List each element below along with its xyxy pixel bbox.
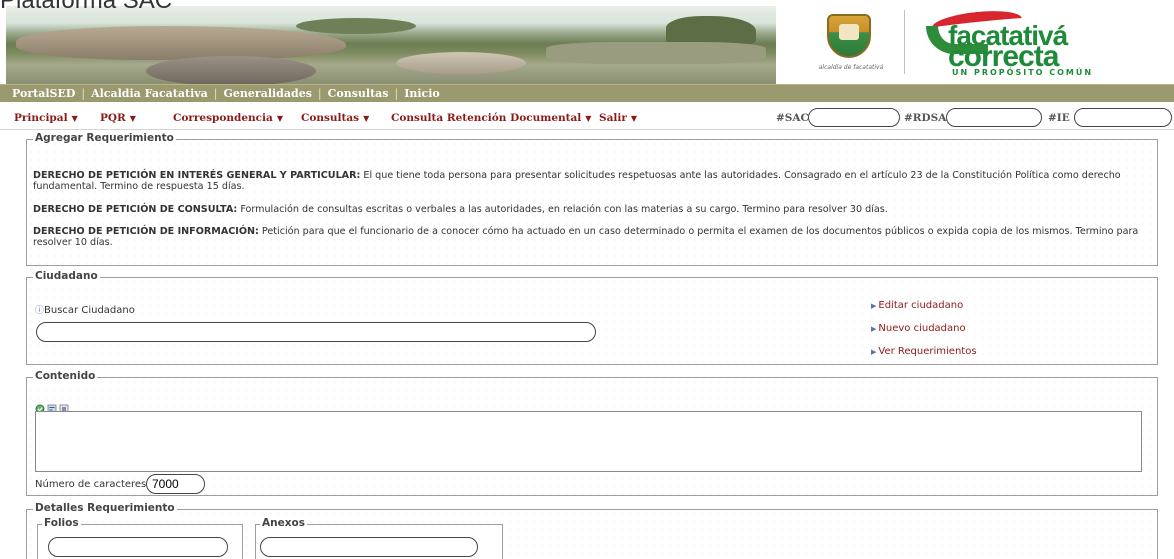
menu-pqr[interactable]: PQR ▼ bbox=[100, 112, 136, 124]
menu-principal[interactable]: Principal ▼ bbox=[14, 112, 78, 124]
derecho-peticion-general-paragraph: DERECHO DE PETICIÓN EN INTERÉS GENERAL Y… bbox=[33, 170, 1167, 192]
caret-down-icon: ▼ bbox=[129, 113, 136, 123]
contenido-fieldset: Contenido Número de caracteres: bbox=[26, 370, 1158, 496]
menu-salir[interactable]: Salir ▼ bbox=[599, 112, 637, 124]
menu-principal-label: Principal bbox=[14, 112, 68, 124]
ciudadano-legend: Ciudadano bbox=[33, 270, 100, 282]
contenido-textarea[interactable] bbox=[35, 411, 1142, 472]
numero-caracteres-label: Número de caracteres: bbox=[35, 479, 150, 490]
crest-caption: alcaldía de facatativá bbox=[818, 64, 884, 71]
derecho-consulta-text: Formulación de consultas escritas o verb… bbox=[237, 204, 888, 215]
buscar-ciudadano-text: Buscar Ciudadano bbox=[44, 305, 135, 316]
numero-caracteres-input[interactable] bbox=[146, 474, 205, 494]
ver-requerimientos-link[interactable]: ▶ Ver Requerimientos bbox=[871, 346, 977, 357]
folios-fieldset: Folios bbox=[37, 517, 243, 559]
help-icon: ⓘ bbox=[35, 306, 45, 316]
caret-down-icon: ▼ bbox=[363, 113, 370, 123]
caret-down-icon: ▼ bbox=[630, 113, 638, 123]
buscar-ciudadano-input[interactable] bbox=[36, 322, 596, 342]
folios-legend: Folios bbox=[42, 517, 81, 529]
main-menu-bar: Principal ▼ PQR ▼ Correspondencia ▼ Consult… bbox=[0, 106, 1174, 130]
contenido-legend: Contenido bbox=[33, 370, 98, 382]
rdsa-search-input[interactable] bbox=[946, 108, 1042, 127]
arrow-right-icon: ▶ bbox=[871, 348, 877, 356]
anexos-input[interactable] bbox=[260, 537, 478, 557]
shield-icon bbox=[827, 14, 871, 58]
derecho-peticion-informacion-paragraph: DERECHO DE PETICIÓN DE INFORMACIÓN: Peti… bbox=[33, 226, 1167, 248]
derecho-informacion-title: DERECHO DE PETICIÓN DE INFORMACIÓN: bbox=[33, 226, 259, 237]
nuevo-ciudadano-text: Nuevo ciudadano bbox=[878, 323, 966, 334]
banner-landscape-image bbox=[6, 6, 776, 84]
topnav-consultas[interactable]: Consultas bbox=[322, 87, 395, 100]
menu-consulta-retencion-label: Consulta Retención Documental bbox=[391, 112, 582, 124]
nuevo-ciudadano-link[interactable]: ▶ Nuevo ciudadano bbox=[871, 323, 966, 334]
buscar-ciudadano-label: ⓘBuscar Ciudadano bbox=[35, 303, 135, 316]
anexos-fieldset: Anexos bbox=[255, 517, 503, 559]
logo-divider bbox=[904, 10, 905, 74]
topnav-portalsed[interactable]: PortalSED bbox=[6, 87, 81, 100]
sac-search-input[interactable] bbox=[808, 108, 900, 127]
agregar-requerimiento-fieldset: Agregar Requerimiento DERECHO DE PETICIÓ… bbox=[26, 132, 1158, 266]
detalles-requerimiento-legend: Detalles Requerimiento bbox=[33, 502, 177, 514]
menu-correspondencia[interactable]: Correspondencia ▼ bbox=[173, 112, 283, 124]
derecho-consulta-title: DERECHO DE PETICIÓN DE CONSULTA: bbox=[33, 204, 238, 215]
topnav-inicio[interactable]: Inicio bbox=[398, 87, 446, 100]
folios-input[interactable] bbox=[48, 537, 228, 557]
caret-down-icon: ▼ bbox=[585, 113, 592, 123]
ver-requerimientos-text: Ver Requerimientos bbox=[878, 346, 977, 357]
ie-search-input[interactable] bbox=[1074, 108, 1172, 127]
derecho-peticion-consulta-paragraph: DERECHO DE PETICIÓN DE CONSULTA: Formula… bbox=[33, 204, 1167, 215]
menu-correspondencia-label: Correspondencia bbox=[173, 112, 273, 124]
rdsa-search-label: #RDSA bbox=[904, 112, 947, 124]
menu-consultas[interactable]: Consultas ▼ bbox=[301, 112, 369, 124]
detalles-requerimiento-fieldset: Detalles Requerimiento Folios Anexos bbox=[26, 502, 1158, 559]
editar-ciudadano-link[interactable]: ▶ Editar ciudadano bbox=[871, 300, 963, 311]
agregar-requerimiento-legend: Agregar Requerimiento bbox=[33, 132, 176, 144]
arrow-right-icon: ▶ bbox=[871, 302, 877, 310]
ciudadano-fieldset: Ciudadano ⓘBuscar Ciudadano ▶ Editar ciud… bbox=[26, 270, 1158, 365]
top-navigation-bar: PortalSED | Alcaldia Facatativa | Genera… bbox=[0, 84, 1174, 102]
caret-down-icon: ▼ bbox=[71, 113, 78, 123]
sac-search-label: #SAC bbox=[776, 112, 809, 124]
editar-ciudadano-text: Editar ciudadano bbox=[878, 300, 964, 311]
arrow-right-icon: ▶ bbox=[871, 325, 877, 333]
menu-pqr-label: PQR bbox=[100, 112, 126, 124]
page-title: Plataforma SAC bbox=[0, 0, 173, 14]
topnav-generalidades[interactable]: Generalidades bbox=[218, 87, 318, 100]
menu-salir-label: Salir bbox=[599, 112, 627, 124]
caret-down-icon: ▼ bbox=[276, 113, 283, 123]
facatativa-correcta-logo: facatativá correcta UN PROPÓSITO COMÚN bbox=[918, 7, 1148, 77]
anexos-legend: Anexos bbox=[260, 517, 307, 529]
logo-tagline: UN PROPÓSITO COMÚN bbox=[952, 68, 1094, 77]
menu-consulta-retencion-documental[interactable]: Consulta Retención Documental ▼ bbox=[391, 112, 591, 124]
header-banner: Plataforma SAC alcaldía de facatativá fa… bbox=[0, 0, 1174, 84]
municipal-crest-logo: alcaldía de facatativá bbox=[805, 10, 897, 76]
ie-search-label: #IE bbox=[1048, 112, 1070, 124]
derecho-general-title: DERECHO DE PETICIÓN EN INTERÉS GENERAL Y… bbox=[33, 170, 361, 181]
menu-consultas-label: Consultas bbox=[301, 112, 360, 124]
topnav-alcaldia-facatativa[interactable]: Alcaldia Facatativa bbox=[85, 87, 214, 100]
